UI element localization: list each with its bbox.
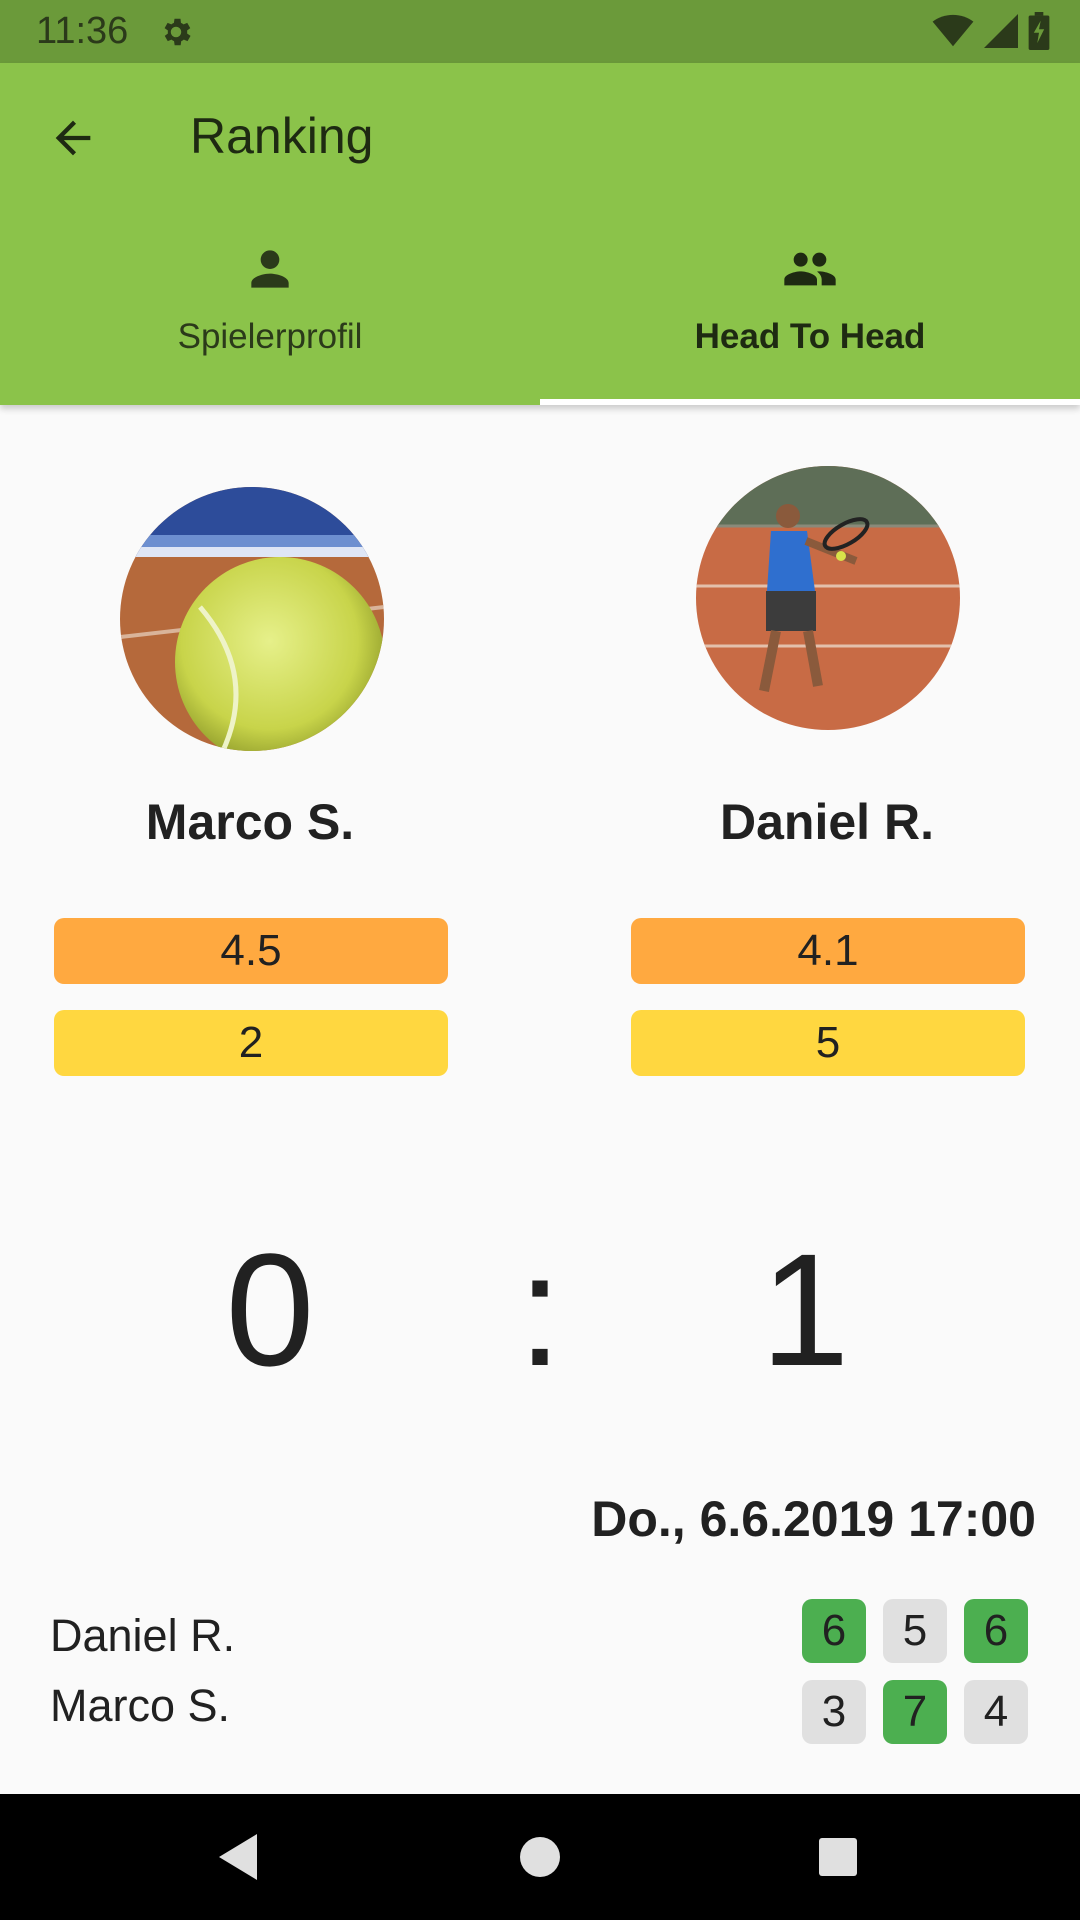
score-player-1: 0 bbox=[225, 1220, 315, 1399]
home-circle-icon bbox=[520, 1837, 560, 1877]
set-score: 4 bbox=[964, 1680, 1028, 1744]
tennis-ball-photo bbox=[120, 487, 384, 751]
status-icons bbox=[932, 12, 1050, 50]
arrow-back-icon bbox=[55, 120, 91, 156]
settings-icon bbox=[164, 18, 191, 46]
rating-badge: 4.5 bbox=[54, 918, 448, 984]
score-player-2: 1 bbox=[760, 1220, 850, 1399]
set-score: 3 bbox=[802, 1680, 866, 1744]
status-bar: 11:36 bbox=[0, 0, 1080, 63]
battery-icon bbox=[1028, 12, 1050, 50]
rating-badge: 4.1 bbox=[631, 918, 1025, 984]
avatar-player-1 bbox=[120, 487, 384, 751]
page-title: Ranking bbox=[190, 108, 374, 164]
back-triangle-icon bbox=[219, 1834, 257, 1880]
tennis-player-photo bbox=[696, 466, 960, 730]
rank-badge: 2 bbox=[54, 1010, 448, 1076]
player-name: Daniel R. bbox=[720, 794, 934, 850]
people-icon bbox=[784, 252, 836, 286]
set-score: 6 bbox=[802, 1599, 866, 1663]
tab-label: Head To Head bbox=[694, 317, 926, 356]
avatar-player-2 bbox=[696, 466, 960, 730]
nav-home-button[interactable] bbox=[507, 1824, 573, 1890]
player-name: Marco S. bbox=[145, 794, 355, 850]
nav-back-button[interactable] bbox=[205, 1824, 271, 1890]
nav-recents-button[interactable] bbox=[805, 1824, 871, 1890]
match-row-name: Daniel R. bbox=[50, 1610, 236, 1661]
recents-square-icon bbox=[819, 1838, 857, 1876]
signal-icon bbox=[984, 14, 1018, 48]
set-score: 7 bbox=[883, 1680, 947, 1744]
back-button[interactable] bbox=[40, 105, 106, 171]
set-score: 5 bbox=[883, 1599, 947, 1663]
status-time: 11:36 bbox=[36, 10, 129, 52]
match-date: Do., 6.6.2019 17:00 bbox=[591, 1491, 1036, 1547]
tab-head-to-head[interactable]: Head To Head bbox=[540, 231, 1080, 405]
match-row-name: Marco S. bbox=[50, 1680, 231, 1731]
rank-badge: 5 bbox=[631, 1010, 1025, 1076]
tab-indicator bbox=[540, 399, 1080, 405]
app-bar: Ranking Spielerprofil Head To Head bbox=[0, 63, 1080, 405]
tab-spielerprofil[interactable]: Spielerprofil bbox=[0, 231, 540, 405]
navigation-bar bbox=[0, 1794, 1080, 1920]
set-score: 6 bbox=[964, 1599, 1028, 1663]
person-icon bbox=[251, 250, 289, 288]
wifi-icon bbox=[932, 14, 974, 47]
score-separator: : bbox=[517, 1220, 563, 1399]
tab-label: Spielerprofil bbox=[177, 317, 363, 356]
